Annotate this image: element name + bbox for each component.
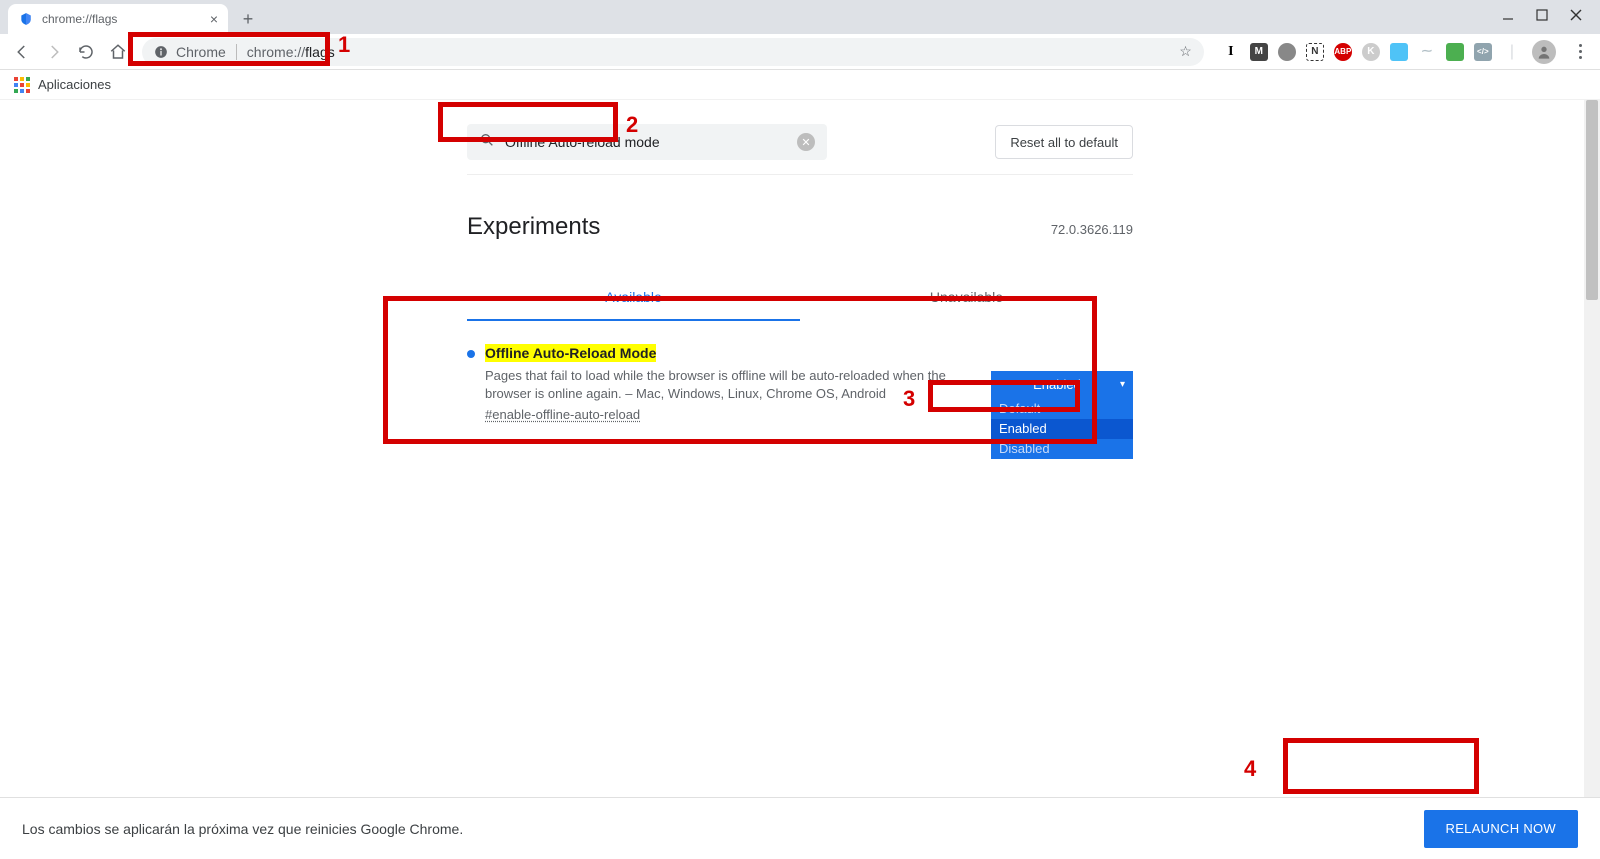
flag-title: Offline Auto-Reload Mode [485,344,656,362]
extension-icon[interactable]: M [1250,43,1268,61]
flags-search-input[interactable] [505,134,797,150]
extension-icon[interactable] [1446,43,1464,61]
extension-icons: I M N ABP K ⁓ </> [1216,43,1498,61]
url-origin: Chrome [176,44,237,60]
flags-search-box[interactable]: ✕ [467,124,827,160]
extension-icon[interactable]: N [1306,43,1324,61]
extension-icon[interactable]: </> [1474,43,1492,61]
close-window-icon[interactable] [1570,8,1582,26]
minimize-icon[interactable] [1502,8,1514,26]
flag-hash-link[interactable]: #enable-offline-auto-reload [485,407,640,422]
extension-icon[interactable]: ABP [1334,43,1352,61]
maximize-icon[interactable] [1536,8,1548,26]
extension-icon[interactable] [1390,43,1408,61]
tab-favicon [18,11,34,27]
address-bar[interactable]: Chrome chrome://flags ☆ [142,38,1204,66]
tab-available[interactable]: Available [467,275,800,321]
extension-icon[interactable]: K [1362,43,1380,61]
forward-button[interactable] [42,40,66,64]
flag-description: Pages that fail to load while the browse… [485,367,971,403]
search-icon [479,132,495,153]
relaunch-bar: Los cambios se aplicarán la próxima vez … [0,797,1600,859]
bookmarks-bar: Aplicaciones [0,70,1600,100]
window-titlebar: chrome://flags × + [0,0,1600,34]
url-path: flags [305,44,335,60]
dropdown-option-default[interactable]: Default [991,399,1133,419]
clear-search-icon[interactable]: ✕ [797,133,815,151]
apps-label: Aplicaciones [38,77,111,92]
relaunch-message: Los cambios se aplicarán la próxima vez … [22,821,463,837]
relaunch-button[interactable]: RELAUNCH NOW [1424,810,1579,848]
flags-tabs: Available Unavailable [467,275,1133,321]
chrome-version: 72.0.3626.119 [1051,222,1133,237]
chrome-menu-button[interactable] [1570,44,1590,59]
url-prefix: chrome:// [247,44,305,60]
tab-close-icon[interactable]: × [210,11,218,27]
extension-icon[interactable]: I [1222,43,1240,61]
flag-selected-value: Enabled [1033,377,1081,392]
extension-icon[interactable] [1278,43,1296,61]
browser-toolbar: Chrome chrome://flags ☆ I M N ABP K ⁓ </… [0,34,1600,70]
profile-avatar[interactable] [1532,40,1556,64]
reload-button[interactable] [74,40,98,64]
home-button[interactable] [106,40,130,64]
site-info-icon[interactable] [154,45,168,59]
separator: | [1510,43,1514,61]
window-controls [1484,0,1600,34]
flag-state-select[interactable]: Enabled [991,371,1133,399]
apps-shortcut[interactable]: Aplicaciones [14,77,111,93]
page-content: ✕ Reset all to default Experiments 72.0.… [0,100,1600,797]
apps-icon [14,77,30,93]
flag-indicator-dot [467,350,475,358]
extension-icon[interactable]: ⁓ [1418,43,1436,61]
page-title: Experiments [467,213,600,241]
bookmark-star-icon[interactable]: ☆ [1179,43,1192,60]
reset-all-button[interactable]: Reset all to default [995,125,1133,159]
dropdown-option-enabled[interactable]: Enabled [991,419,1133,439]
tab-title: chrome://flags [42,12,117,26]
new-tab-button[interactable]: + [234,5,262,33]
back-button[interactable] [10,40,34,64]
browser-tab[interactable]: chrome://flags × [8,4,228,34]
flag-dropdown: Default Enabled Disabled [991,399,1133,459]
dropdown-option-disabled[interactable]: Disabled [991,439,1133,459]
flag-entry: Offline Auto-Reload Mode Pages that fail… [467,321,1133,436]
tab-unavailable[interactable]: Unavailable [800,275,1133,321]
